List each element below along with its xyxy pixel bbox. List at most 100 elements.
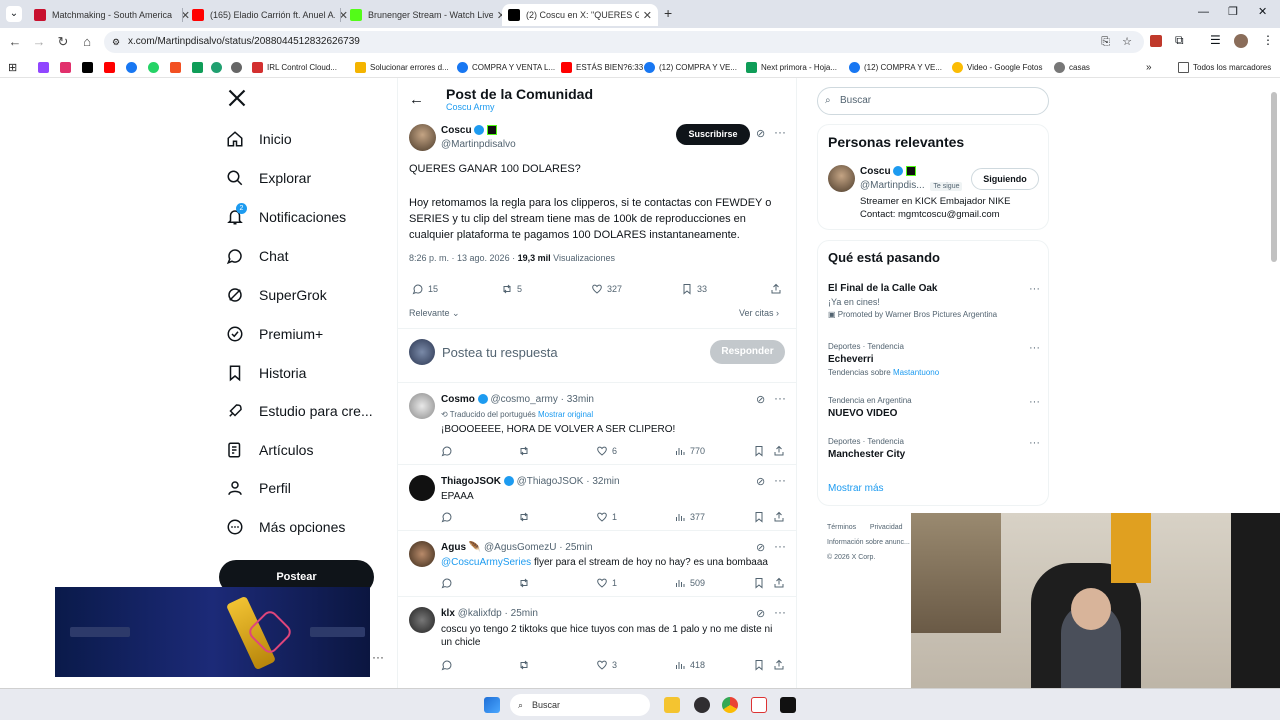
reply-input[interactable]: Postea tu respuesta xyxy=(442,345,558,360)
repost-action[interactable] xyxy=(518,577,534,589)
bookmark-next[interactable]: Next primora - Hoja... xyxy=(746,60,837,74)
show-original-link[interactable]: Mostrar original xyxy=(538,410,593,419)
browser-tab-3[interactable]: Brunenger Stream - Watch Live... ✕ xyxy=(344,4,512,26)
taskbar-search[interactable]: ⌕ Buscar xyxy=(510,694,650,716)
back-icon[interactable]: ← xyxy=(6,33,24,51)
bookmark-compra1[interactable]: COMPRA Y VENTA L... xyxy=(457,60,555,74)
reply-avatar[interactable] xyxy=(409,393,435,419)
nav-supergrok[interactable]: SuperGrok xyxy=(226,282,327,308)
reply-avatar[interactable] xyxy=(409,607,435,633)
following-button[interactable]: Siguiendo xyxy=(971,168,1039,190)
person-avatar[interactable] xyxy=(828,165,855,192)
reply-author[interactable]: ThiagoJSOK xyxy=(441,476,501,487)
trend-item[interactable]: Deportes · Tendencia Manchester City ··· xyxy=(828,437,1040,460)
subscribe-button[interactable]: Suscribirse xyxy=(676,124,750,145)
x-bookmark-icon[interactable] xyxy=(82,60,97,74)
bookmark-compra2[interactable]: (12) COMPRA Y VE... xyxy=(644,60,737,74)
views-action[interactable]: 418 xyxy=(674,659,705,671)
x-logo-icon[interactable] xyxy=(227,88,247,108)
reply-handle[interactable]: @kalixfdp xyxy=(458,608,502,619)
browser-tab-4-active[interactable]: (2) Coscu en X: "QUERES GANA... ✕ xyxy=(502,4,658,26)
more-icon[interactable]: ··· xyxy=(774,473,786,487)
search-input[interactable]: ⌕ Buscar xyxy=(817,87,1049,115)
reply-time[interactable]: · 25min xyxy=(559,542,592,553)
nav-studio[interactable]: Estudio para cre... xyxy=(226,398,373,424)
grok-icon[interactable]: ⊘ xyxy=(756,393,765,406)
obs-icon[interactable] xyxy=(694,697,710,713)
trend-item[interactable]: Deportes · Tendencia Echeverri Tendencia… xyxy=(828,342,1040,377)
repost-action[interactable] xyxy=(518,659,534,671)
browser-tab-1[interactable]: Matchmaking - South America ✕ xyxy=(28,4,196,26)
install-icon[interactable]: ⎘ xyxy=(1101,31,1110,53)
reading-list-icon[interactable]: ☰ xyxy=(1210,33,1221,47)
reply-time[interactable]: · 33min xyxy=(561,394,594,405)
reload-icon[interactable]: ↻ xyxy=(54,33,72,51)
file-explorer-icon[interactable] xyxy=(664,697,680,713)
reply-time[interactable]: · 25min xyxy=(505,608,538,619)
nav-chat[interactable]: Chat xyxy=(226,243,289,269)
bookmark-star-icon[interactable]: ☆ xyxy=(1122,31,1132,53)
twitch-bookmark-icon[interactable] xyxy=(38,60,53,74)
apps-icon[interactable]: ⊞ xyxy=(8,60,17,74)
reply-item[interactable]: Cosmo @cosmo_army · 33min ⊘ ··· ⟲ Traduc… xyxy=(398,382,797,464)
more-icon[interactable]: ··· xyxy=(774,605,786,619)
grok-icon[interactable]: ⊘ xyxy=(756,475,765,488)
bookmark-action[interactable]: 33 xyxy=(681,283,707,295)
author-avatar[interactable] xyxy=(409,124,436,151)
reply-action[interactable] xyxy=(441,659,457,671)
repost-action[interactable]: 5 xyxy=(501,283,522,295)
show-more-link[interactable]: Mostrar más xyxy=(828,483,884,494)
bookmark-fotos[interactable]: Video - Google Fotos xyxy=(952,60,1042,74)
reply-handle[interactable]: @ThiagoJSOK xyxy=(517,476,584,487)
nav-premium[interactable]: Premium+ xyxy=(226,321,323,347)
extension-icon[interactable] xyxy=(1150,35,1162,47)
more-icon[interactable]: ··· xyxy=(774,539,786,553)
post-timestamp[interactable]: 8:26 p. m. · 13 ago. 2026 · xyxy=(409,253,518,263)
trend-topic-link[interactable]: Mastantuono xyxy=(893,368,939,377)
tab-search-icon[interactable]: ⌄ xyxy=(6,6,22,22)
share-action[interactable] xyxy=(773,445,789,457)
nav-more[interactable]: Más opciones xyxy=(226,514,345,540)
share-action[interactable] xyxy=(773,659,789,671)
site-info-icon[interactable]: ⚙ xyxy=(112,31,120,53)
reply-time[interactable]: · 32min xyxy=(586,476,619,487)
home-icon[interactable]: ⌂ xyxy=(78,33,96,51)
minimize-button[interactable]: — xyxy=(1198,6,1209,18)
reply-item[interactable]: klx @kalixfdp · 25min ⊘ ··· coscu yo ten… xyxy=(398,596,797,678)
trend-item[interactable]: El Final de la Calle Oak ¡Ya en cines! ▣… xyxy=(828,283,1040,319)
nav-articles[interactable]: Artículos xyxy=(226,437,313,463)
like-action[interactable]: 1 xyxy=(596,577,617,589)
bookmark-compra3[interactable]: (12) COMPRA Y VE... xyxy=(849,60,942,74)
back-arrow-icon[interactable]: ← xyxy=(409,91,424,108)
sort-dropdown[interactable]: Relevante ⌄ xyxy=(409,308,460,319)
whatsapp-bookmark-icon[interactable] xyxy=(148,60,163,74)
person-handle[interactable]: @Martinpdis... xyxy=(860,180,925,191)
reply-action[interactable] xyxy=(441,445,457,457)
nav-home[interactable]: Inicio xyxy=(226,126,292,152)
more-icon[interactable]: ··· xyxy=(774,391,786,405)
grok-icon[interactable]: ⊘ xyxy=(756,541,765,554)
bookmark-action[interactable] xyxy=(753,511,769,523)
bookmark-action[interactable] xyxy=(753,577,769,589)
window-close-button[interactable]: ✕ xyxy=(1258,5,1267,18)
views-action[interactable]: 377 xyxy=(674,511,705,523)
restore-button[interactable]: ❐ xyxy=(1228,5,1238,18)
view-quotes-link[interactable]: Ver citas › xyxy=(739,308,779,318)
reply-submit-button[interactable]: Responder xyxy=(710,340,785,364)
repost-action[interactable] xyxy=(518,445,534,457)
new-tab-button[interactable]: + xyxy=(664,5,672,21)
nav-notifications[interactable]: Notificaciones 2 xyxy=(226,203,346,230)
bookmark-casas[interactable]: casas xyxy=(1054,60,1090,74)
instagram-bookmark-icon[interactable] xyxy=(60,60,75,74)
bookmark-estas-bien[interactable]: ESTÁS BIEN?6:33 xyxy=(561,60,643,74)
share-action[interactable] xyxy=(770,283,786,295)
reply-handle[interactable]: @cosmo_army xyxy=(490,394,557,405)
person-name[interactable]: Coscu xyxy=(860,166,891,177)
reply-author[interactable]: Agus 🪶 xyxy=(441,542,481,553)
reply-author[interactable]: Cosmo xyxy=(441,394,475,405)
author-name-row[interactable]: Coscu xyxy=(441,125,498,136)
bookmark-action[interactable] xyxy=(753,445,769,457)
forward-icon[interactable]: → xyxy=(30,33,48,51)
extensions-puzzle-icon[interactable]: ⧉ xyxy=(1175,33,1184,48)
scrollbar-thumb[interactable] xyxy=(1271,92,1277,262)
